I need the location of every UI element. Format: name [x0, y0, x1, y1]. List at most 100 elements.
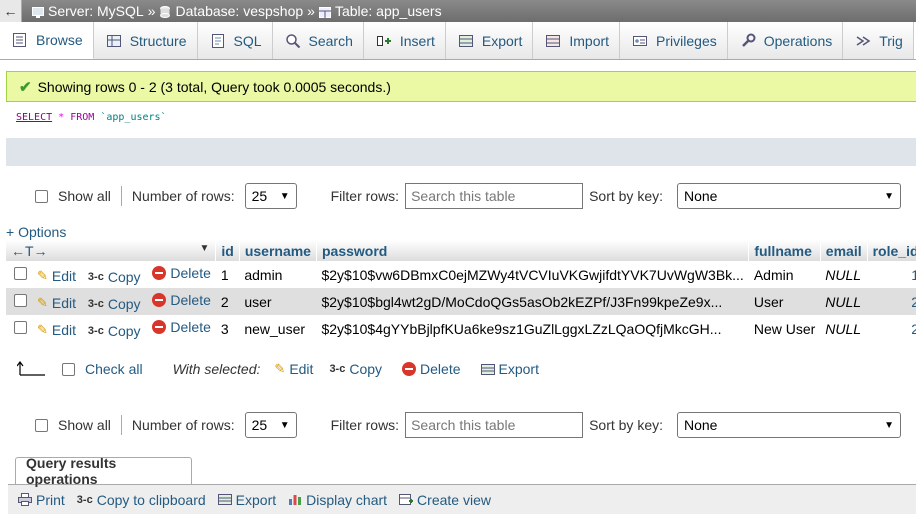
cell-fullname[interactable]: Admin [748, 261, 821, 288]
check-all-label[interactable]: Check all [85, 361, 143, 377]
delete-row-button[interactable]: Delete [152, 292, 211, 308]
sql-query-display: SELECT * FROM `app_users` [6, 102, 916, 138]
display-chart-button[interactable]: Display chart [288, 492, 387, 508]
print-icon [18, 493, 32, 506]
bulk-export-button[interactable]: Export [480, 361, 539, 377]
row-actions: ✎ Edit 3‑c Copy Delete [32, 261, 216, 288]
copy-row-button[interactable]: 3‑c Copy [88, 269, 141, 285]
breadcrumb-database[interactable]: Database: vespshop [159, 3, 303, 19]
tab-privileges[interactable]: Privileges [620, 22, 728, 59]
column-header-id[interactable]: id [215, 240, 240, 261]
role-id-link[interactable]: 2 [911, 321, 916, 337]
tab-browse[interactable]: Browse [0, 22, 94, 59]
column-header-username[interactable]: username [239, 240, 317, 261]
check-all-checkbox[interactable] [62, 362, 75, 376]
bulk-copy-button[interactable]: 3‑c Copy [329, 361, 382, 377]
cell-id[interactable]: 3 [215, 315, 240, 342]
tab-sql[interactable]: SQL [197, 22, 273, 59]
cell-email[interactable]: NULL [820, 315, 868, 342]
column-header-role-id[interactable]: role_id [867, 240, 916, 261]
cell-username[interactable]: new_user [239, 315, 317, 342]
breadcrumb-server[interactable]: Server: MySQL [32, 3, 144, 19]
delete-row-button[interactable]: Delete [152, 319, 211, 335]
tab-export[interactable]: Export [445, 22, 534, 59]
role-id-link[interactable]: 1 [911, 267, 916, 283]
copy-row-button[interactable]: 3‑c Copy [88, 296, 141, 312]
bulk-delete-button[interactable]: Delete [402, 361, 461, 377]
cell-role-id[interactable]: 1 [867, 261, 916, 288]
cell-password[interactable]: $2y$10$vw6DBmxC0ejMZWy4tVCVIuVKGwjifdtYV… [316, 261, 749, 288]
cell-username[interactable]: admin [239, 261, 317, 288]
filter-rows-input[interactable]: Search this table [405, 412, 584, 438]
tab-insert[interactable]: Insert [363, 22, 446, 59]
table-row: ✎ Edit 3‑c Copy Delete 1 admin $2y$10$vw6D… [6, 261, 916, 288]
delete-row-button[interactable]: Delete [152, 265, 211, 281]
copy-icon: 3‑c [87, 270, 104, 283]
show-all-checkbox[interactable] [35, 418, 48, 432]
cell-username[interactable]: user [239, 288, 317, 315]
sort-dropdown-icon[interactable]: ▼ [199, 243, 209, 254]
cell-password[interactable]: $2y$10$4gYYbBjlpfKUa6ke9sz1GuZlLggxLZzLQ… [316, 315, 749, 342]
divider [120, 415, 122, 435]
triggers-icon [855, 33, 871, 49]
edit-row-button[interactable]: ✎ Edit [37, 268, 76, 284]
search-icon [285, 33, 301, 49]
export-results-button[interactable]: Export [217, 491, 277, 508]
number-of-rows-select[interactable]: 25 ▼ [244, 183, 297, 209]
tab-operations[interactable]: Operations [727, 22, 844, 59]
sort-by-key-select[interactable]: None ▼ [677, 183, 901, 209]
edit-row-button[interactable]: ✎ Edit [37, 322, 76, 338]
sql-keyword-select[interactable]: SELECT [16, 112, 52, 123]
export-results-label: Export [235, 491, 277, 508]
cell-id[interactable]: 1 [215, 261, 240, 288]
row-checkbox[interactable] [14, 320, 27, 334]
row-checkbox[interactable] [14, 293, 27, 307]
create-view-button[interactable]: Create view [399, 492, 491, 508]
column-header-email[interactable]: email [820, 240, 868, 261]
print-button[interactable]: Print [18, 492, 65, 508]
copy-to-clipboard-button[interactable]: 3‑c Copy to clipboard [77, 492, 206, 508]
sort-by-key-select[interactable]: None ▼ [677, 412, 901, 438]
row-checkbox[interactable] [14, 266, 27, 280]
copy-row-button[interactable]: 3‑c Copy [88, 323, 141, 339]
sql-table-name: `app_users` [100, 112, 167, 123]
column-arrows-icon[interactable]: ←T→ [11, 243, 48, 259]
role-id-link[interactable]: 2 [911, 294, 916, 310]
cell-fullname[interactable]: New User [748, 315, 821, 342]
options-link[interactable]: + Options [6, 224, 66, 240]
edit-label: Edit [51, 294, 77, 311]
copy-icon: 3‑c [76, 493, 93, 506]
cell-email[interactable]: NULL [820, 288, 868, 315]
cell-role-id[interactable]: 2 [867, 288, 916, 315]
edit-label: Edit [51, 321, 77, 338]
back-arrow-icon[interactable]: ← [0, 0, 22, 22]
structure-icon [106, 33, 122, 49]
edit-row-button[interactable]: ✎ Edit [37, 295, 76, 311]
sql-icon [210, 33, 226, 49]
copy-label: Copy [107, 322, 141, 339]
column-resize-header: ←T→ ▼ [6, 240, 217, 261]
tab-import[interactable]: Import [533, 22, 621, 59]
cell-id[interactable]: 2 [215, 288, 240, 315]
cell-email[interactable]: NULL [820, 261, 868, 288]
bulk-copy-label: Copy [349, 361, 383, 377]
column-header-fullname[interactable]: fullname [748, 240, 821, 261]
cell-password[interactable]: $2y$10$bgl4wt2gD/MoCdoQGs5asOb2kEZPf/J3F… [316, 288, 749, 315]
sql-toolbar [6, 138, 916, 166]
filter-rows-input[interactable]: Search this table [405, 183, 584, 209]
chevron-down-icon: ▼ [279, 190, 290, 202]
tab-search[interactable]: Search [272, 22, 364, 59]
breadcrumb-table[interactable]: Table: app_users [318, 3, 442, 19]
copy-to-clipboard-label: Copy to clipboard [96, 491, 206, 508]
cell-role-id[interactable]: 2 [867, 315, 916, 342]
delete-icon [402, 362, 417, 376]
number-of-rows-select[interactable]: 25 ▼ [244, 412, 297, 438]
bulk-edit-button[interactable]: ✎ Edit [274, 361, 313, 377]
number-of-rows-value: 25 [251, 188, 268, 204]
pencil-icon: ✎ [37, 321, 48, 337]
tab-structure[interactable]: Structure [93, 22, 198, 59]
column-header-password[interactable]: password [316, 240, 750, 261]
show-all-checkbox[interactable] [35, 189, 48, 203]
cell-fullname[interactable]: User [748, 288, 821, 315]
tab-triggers[interactable]: Trig [843, 22, 914, 59]
